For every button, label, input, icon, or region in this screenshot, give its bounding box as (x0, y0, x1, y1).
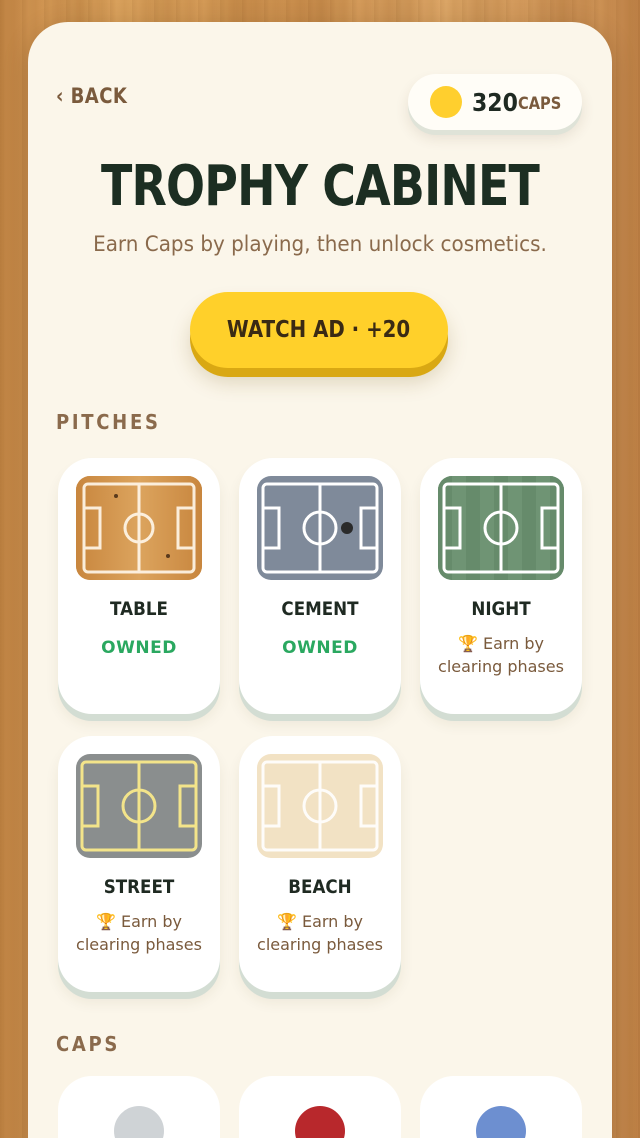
section-pitches-heading: PITCHES (56, 410, 161, 434)
watch-ad-button[interactable]: WATCH AD · +20 (190, 292, 448, 368)
section-caps-heading: CAPS (56, 1032, 121, 1056)
caps-balance: 320 CAPS (408, 74, 582, 130)
page-title: TROPHY CABINET (100, 154, 540, 219)
back-button[interactable]: ‹ BACK (56, 84, 127, 108)
pitch-card-street[interactable]: STREET 🏆 Earn by clearing phases (58, 736, 220, 992)
silver-cap-icon (114, 1106, 164, 1138)
pitch-thumbnail-street (76, 754, 202, 858)
pitch-card-cement[interactable]: CEMENT OWNED (239, 458, 401, 714)
pitch-card-beach[interactable]: BEACH 🏆 Earn by clearing phases (239, 736, 401, 992)
coin-icon (430, 86, 462, 118)
pitch-name: STREET (103, 876, 175, 898)
pitch-name: NIGHT (471, 598, 531, 620)
pitch-name: TABLE (110, 598, 168, 620)
blue-cap-icon (476, 1106, 526, 1138)
page-subtitle: Earn Caps by playing, then unlock cosmet… (93, 232, 547, 256)
pitch-status-locked: 🏆 Earn by clearing phases (438, 634, 564, 676)
caps-balance-value: 320 (472, 87, 518, 117)
cap-card-red[interactable] (239, 1076, 401, 1138)
pitch-status-locked: 🏆 Earn by clearing phases (76, 912, 202, 954)
pitch-card-table[interactable]: TABLE OWNED (58, 458, 220, 714)
caps-balance-unit: CAPS (518, 94, 562, 114)
cap-card-silver[interactable] (58, 1076, 220, 1138)
watch-ad-label: WATCH AD · +20 (227, 317, 411, 343)
pitch-name: BEACH (288, 876, 352, 898)
trophy-cabinet-panel: ‹ BACK 320 CAPS TROPHY CABINET Earn Caps… (28, 22, 612, 1138)
pitch-card-night[interactable]: NIGHT 🏆 Earn by clearing phases (420, 458, 582, 714)
pitch-status-owned: OWNED (101, 638, 177, 658)
pitch-thumbnail-table (76, 476, 202, 580)
pitch-status-locked: 🏆 Earn by clearing phases (257, 912, 383, 954)
pitch-thumbnail-beach (257, 754, 383, 858)
pitch-name: CEMENT (281, 598, 359, 620)
cap-card-blue[interactable] (420, 1076, 582, 1138)
pitch-thumbnail-night (438, 476, 564, 580)
pitch-thumbnail-cement (257, 476, 383, 580)
red-cap-icon (295, 1106, 345, 1138)
pitch-status-owned: OWNED (282, 638, 358, 658)
